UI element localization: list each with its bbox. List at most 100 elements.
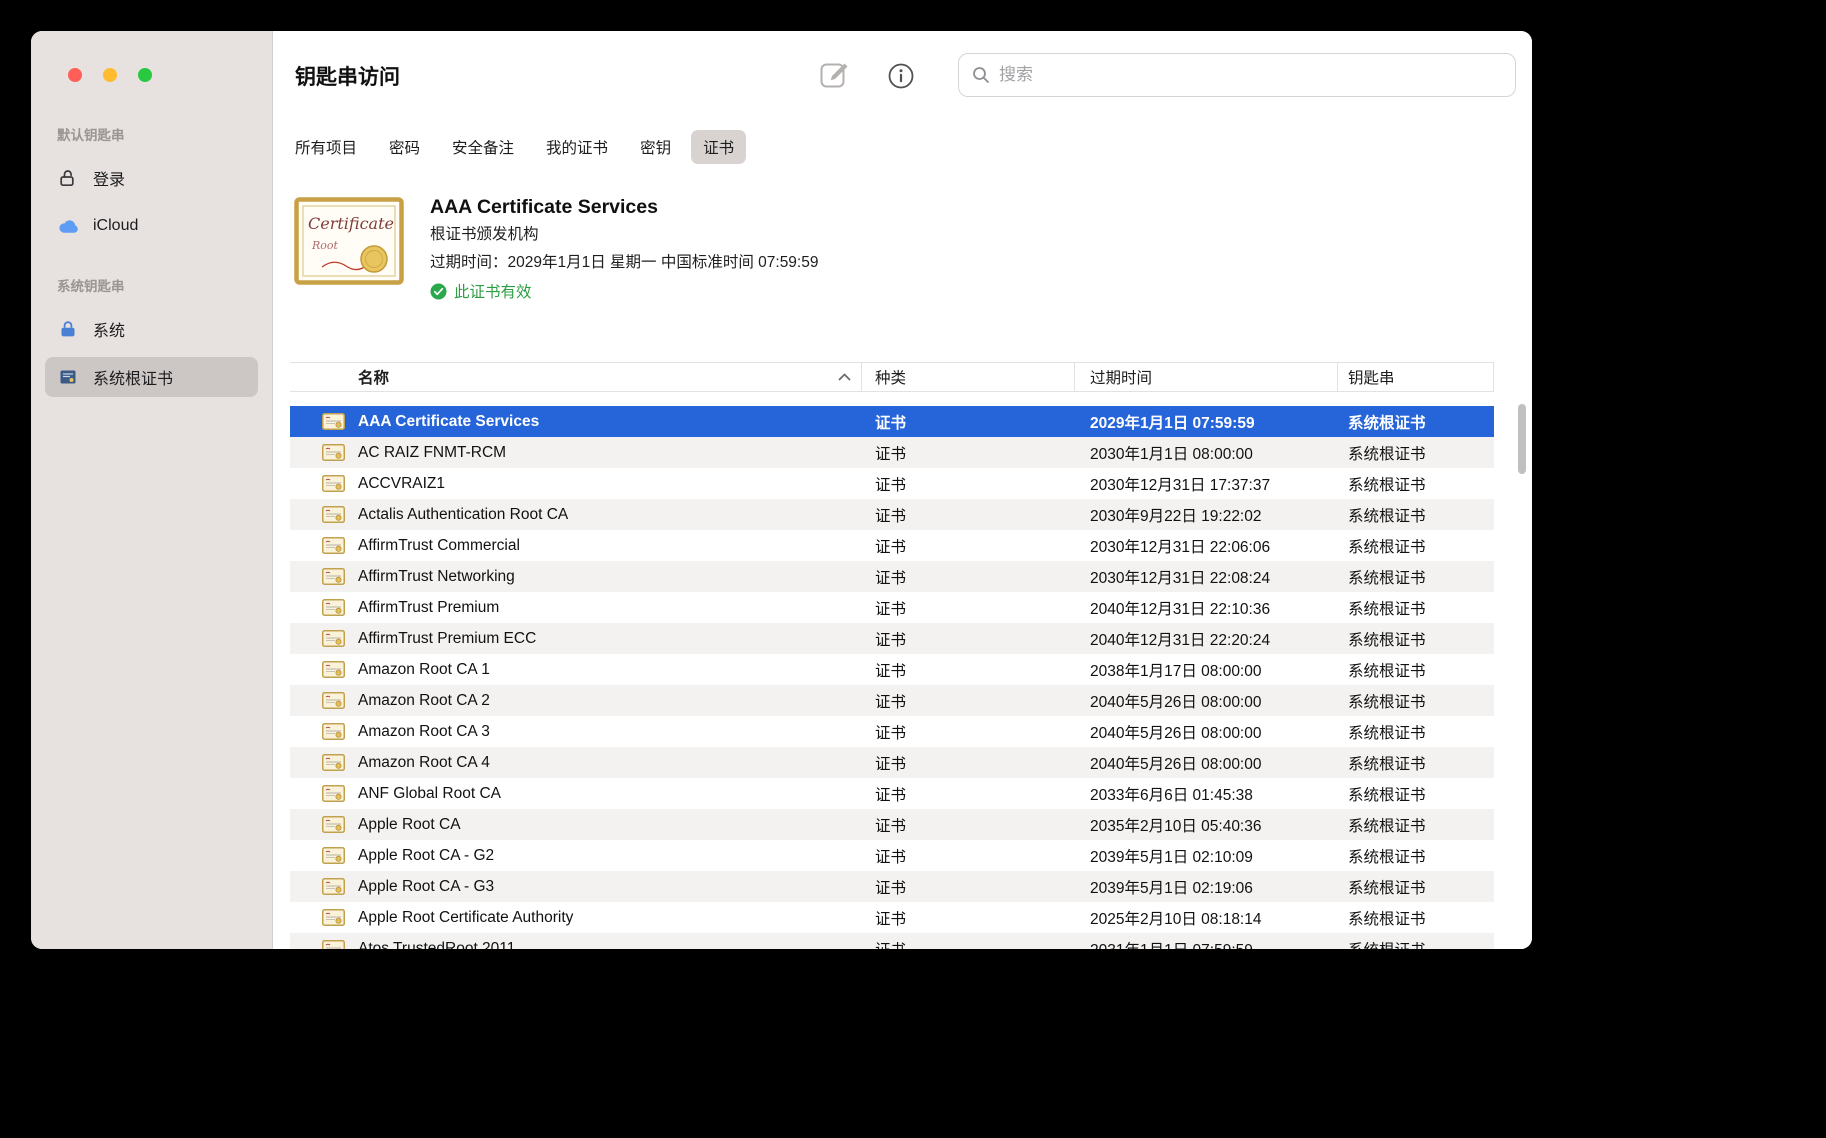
row-kind: 证书: [862, 566, 1075, 588]
compose-button[interactable]: [820, 60, 850, 88]
sidebar-item-label: iCloud: [93, 217, 138, 235]
search-input[interactable]: [999, 65, 1502, 85]
table-row[interactable]: Atos TrustedRoot 2011 证书 2031年1月1日 07:59…: [290, 933, 1494, 949]
table-header: 名称 种类 过期时间 钥匙串: [290, 362, 1494, 392]
column-header-name[interactable]: 名称: [290, 363, 862, 391]
row-keychain: 系统根证书: [1338, 690, 1494, 712]
sidebar: 默认钥匙串 登录: [31, 31, 273, 949]
column-header-label: 种类: [875, 366, 906, 388]
row-expiry: 2040年5月26日 08:00:00: [1075, 752, 1338, 774]
certificate-image: Certificate Root: [294, 197, 404, 285]
certificate-icon: [322, 692, 345, 709]
table-row[interactable]: Apple Root CA 证书 2035年2月10日 05:40:36 系统根…: [290, 809, 1494, 840]
sidebar-item-system[interactable]: 系统: [45, 309, 258, 349]
row-name: AffirmTrust Premium: [358, 599, 499, 617]
row-name: Actalis Authentication Root CA: [358, 506, 568, 524]
row-name-cell: Amazon Root CA 1: [290, 661, 862, 679]
certificate-icon: [322, 599, 345, 616]
table-row[interactable]: Amazon Root CA 1 证书 2038年1月17日 08:00:00 …: [290, 654, 1494, 685]
row-kind: 证书: [862, 628, 1075, 650]
column-header-expires[interactable]: 过期时间: [1075, 363, 1338, 391]
sidebar-item-label: 系统: [93, 317, 125, 341]
table-row[interactable]: Amazon Root CA 2 证书 2040年5月26日 08:00:00 …: [290, 685, 1494, 716]
row-kind: 证书: [862, 659, 1075, 681]
row-name: Apple Root CA - G2: [358, 847, 494, 865]
table-row[interactable]: Apple Root CA - G2 证书 2039年5月1日 02:10:09…: [290, 840, 1494, 871]
row-name-cell: Amazon Root CA 4: [290, 754, 862, 772]
row-name-cell: Apple Root CA: [290, 816, 862, 834]
svg-text:Root: Root: [311, 239, 339, 252]
minimize-button[interactable]: [103, 68, 117, 82]
row-name-cell: Apple Root Certificate Authority: [290, 909, 862, 927]
tab-keys[interactable]: 密钥: [628, 130, 683, 164]
certificate-icon: [322, 537, 345, 554]
close-button[interactable]: [68, 68, 82, 82]
row-expiry: 2033年6月6日 01:45:38: [1075, 783, 1338, 805]
zoom-button[interactable]: [138, 68, 152, 82]
unlocked-padlock-icon: [57, 168, 79, 188]
table-row[interactable]: Apple Root CA - G3 证书 2039年5月1日 02:19:06…: [290, 871, 1494, 902]
table-row[interactable]: Apple Root Certificate Authority 证书 2025…: [290, 902, 1494, 933]
row-expiry: 2030年9月22日 19:22:02: [1075, 504, 1338, 526]
table-row[interactable]: Actalis Authentication Root CA 证书 2030年9…: [290, 499, 1494, 530]
tab-certificates[interactable]: 证书: [691, 130, 746, 164]
row-kind: 证书: [862, 752, 1075, 774]
row-keychain: 系统根证书: [1338, 566, 1494, 588]
certificate-subtitle: 根证书颁发机构: [430, 221, 818, 249]
row-expiry: 2030年1月1日 08:00:00: [1075, 442, 1338, 464]
column-header-keychain[interactable]: 钥匙串: [1338, 363, 1494, 391]
certificate-icon: [57, 367, 79, 387]
row-kind: 证书: [862, 783, 1075, 805]
table-row[interactable]: Amazon Root CA 4 证书 2040年5月26日 08:00:00 …: [290, 747, 1494, 778]
row-expiry: 2039年5月1日 02:19:06: [1075, 876, 1338, 898]
table-row[interactable]: AffirmTrust Premium ECC 证书 2040年12月31日 2…: [290, 623, 1494, 654]
column-header-kind[interactable]: 种类: [862, 363, 1075, 391]
row-name-cell: Apple Root CA - G2: [290, 847, 862, 865]
row-keychain: 系统根证书: [1338, 597, 1494, 619]
table-row[interactable]: AffirmTrust Networking 证书 2030年12月31日 22…: [290, 561, 1494, 592]
row-name-cell: AffirmTrust Networking: [290, 568, 862, 586]
sidebar-section-default-keychains: 默认钥匙串: [45, 127, 258, 145]
search-icon: [972, 66, 990, 84]
row-expiry: 2038年1月17日 08:00:00: [1075, 659, 1338, 681]
tab-all-items[interactable]: 所有项目: [283, 130, 369, 164]
tab-secure-notes[interactable]: 安全备注: [440, 130, 526, 164]
sidebar-item-icloud[interactable]: iCloud: [45, 206, 258, 246]
column-header-label: 钥匙串: [1348, 366, 1395, 388]
scrollbar-thumb[interactable]: [1518, 404, 1526, 474]
sidebar-item-login[interactable]: 登录: [45, 158, 258, 198]
row-kind: 证书: [862, 690, 1075, 712]
row-keychain: 系统根证书: [1338, 442, 1494, 464]
row-kind: 证书: [862, 814, 1075, 836]
row-kind: 证书: [862, 411, 1075, 433]
table-row[interactable]: ACCVRAIZ1 证书 2030年12月31日 17:37:37 系统根证书: [290, 468, 1494, 499]
table-row[interactable]: AC RAIZ FNMT-RCM 证书 2030年1月1日 08:00:00 系…: [290, 437, 1494, 468]
row-expiry: 2040年12月31日 22:20:24: [1075, 628, 1338, 650]
sidebar-item-system-roots[interactable]: 系统根证书: [45, 357, 258, 397]
sidebar-item-label: 登录: [93, 166, 125, 190]
tab-my-certificates[interactable]: 我的证书: [534, 130, 620, 164]
row-expiry: 2030年12月31日 22:06:06: [1075, 535, 1338, 557]
certificate-icon: [322, 413, 345, 430]
keychain-access-window: 默认钥匙串 登录: [31, 31, 1532, 949]
table-body: AAA Certificate Services 证书 2029年1月1日 07…: [290, 406, 1494, 949]
table-row[interactable]: AffirmTrust Commercial 证书 2030年12月31日 22…: [290, 530, 1494, 561]
locked-padlock-icon: [57, 319, 79, 339]
row-name: Apple Root Certificate Authority: [358, 909, 573, 927]
table-row[interactable]: Amazon Root CA 3 证书 2040年5月26日 08:00:00 …: [290, 716, 1494, 747]
sort-ascending-icon: [838, 373, 851, 381]
row-name: AffirmTrust Commercial: [358, 537, 520, 555]
column-header-label: 过期时间: [1090, 366, 1152, 388]
certificate-icon: [322, 568, 345, 585]
table-row[interactable]: AffirmTrust Premium 证书 2040年12月31日 22:10…: [290, 592, 1494, 623]
table-row[interactable]: AAA Certificate Services 证书 2029年1月1日 07…: [290, 406, 1494, 437]
info-button[interactable]: [887, 62, 915, 90]
desktop: 默认钥匙串 登录: [0, 0, 1826, 1138]
tab-passwords[interactable]: 密码: [377, 130, 432, 164]
row-keychain: 系统根证书: [1338, 535, 1494, 557]
row-keychain: 系统根证书: [1338, 752, 1494, 774]
table-row[interactable]: ANF Global Root CA 证书 2033年6月6日 01:45:38…: [290, 778, 1494, 809]
row-expiry: 2040年12月31日 22:10:36: [1075, 597, 1338, 619]
certificate-icon: [322, 444, 345, 461]
row-keychain: 系统根证书: [1338, 659, 1494, 681]
